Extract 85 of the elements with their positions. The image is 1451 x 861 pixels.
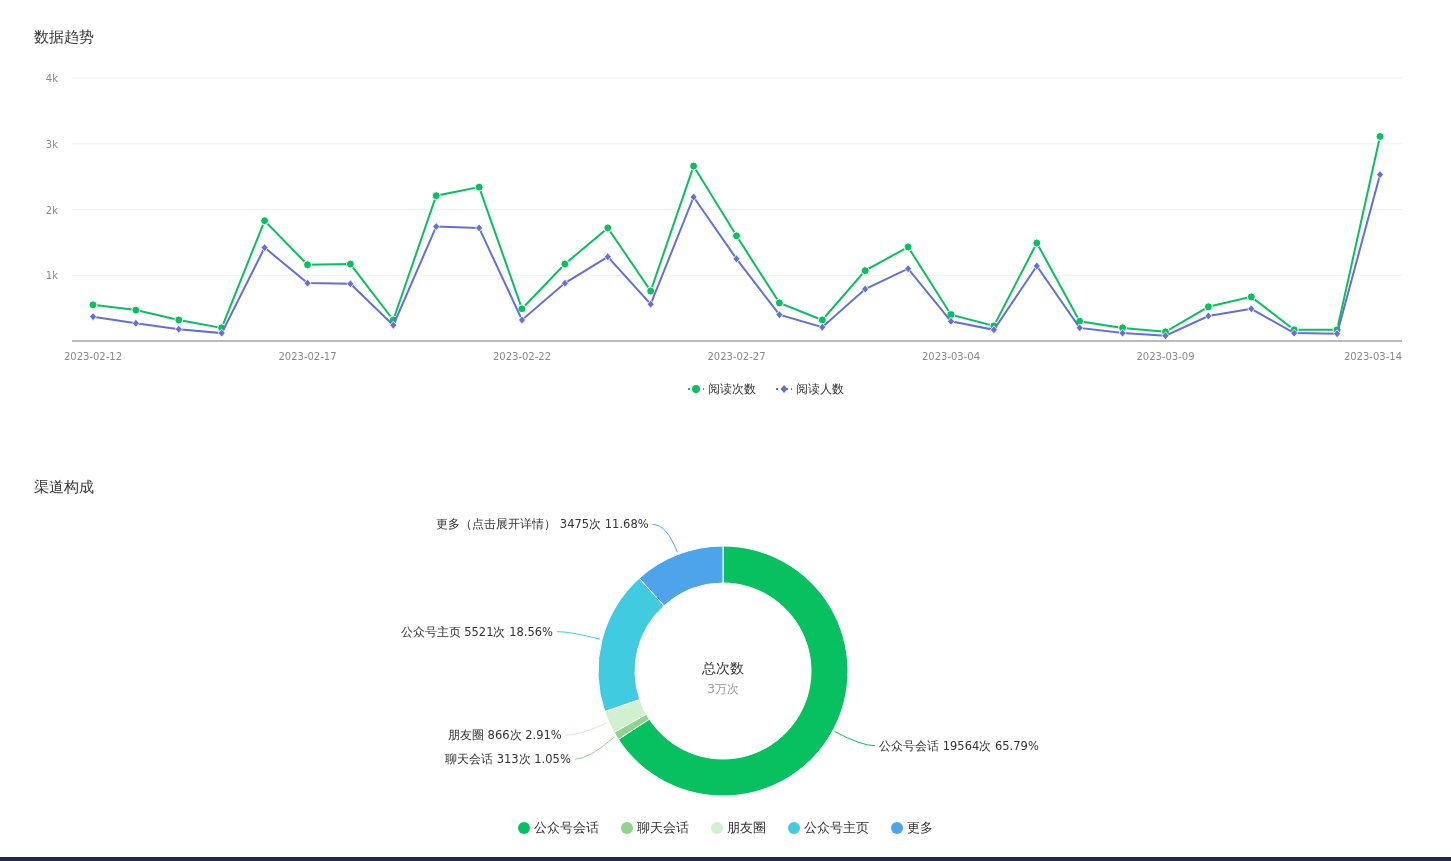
legend-label[interactable]: 朋友圈 [727,819,766,837]
legend-label[interactable]: 阅读次数 [707,380,756,398]
data-point [260,243,269,253]
diamond-marker-icon [775,384,792,394]
legend-label[interactable]: 公众号主页 [804,819,869,837]
donut-slice[interactable] [617,545,849,797]
data-point [1161,331,1170,341]
data-point [1032,238,1042,248]
section-title: 数据趋势 [34,27,94,48]
data-point [646,299,655,309]
data-point [174,315,184,325]
data-point [217,328,226,338]
data-point [1075,323,1084,333]
slice-label: 朋友圈 866次 2.91% [447,728,562,743]
donut-slice[interactable] [597,577,665,712]
data-point [346,279,355,289]
data-point [1204,311,1213,321]
data-point [689,192,698,202]
data-point [88,300,98,310]
data-point [260,216,270,226]
data-point [303,260,312,270]
data-point [1032,261,1041,271]
leader-line [652,523,678,553]
data-point [1247,304,1256,314]
data-point [1375,132,1385,141]
data-point [646,286,656,296]
axis-label: 2023-03-04 [921,351,981,362]
axis-label: 2k [45,204,58,216]
data-point [431,191,441,201]
center-title: 总次数 [702,660,744,676]
legend-label[interactable]: 更多 [907,819,933,837]
data-point [904,264,912,274]
legend-label[interactable]: 公众号会话 [534,819,599,837]
axis-label: 2023-02-22 [492,351,552,362]
data-point [861,284,870,294]
section-title: 渠道构成 [34,477,94,498]
data-point [732,254,741,264]
data-point [517,304,527,314]
data-point [1376,170,1384,180]
data-point [817,315,827,325]
data-point [1203,302,1213,312]
data-point [603,223,613,233]
axis-label: 2023-02-17 [278,351,337,362]
data-point [732,231,741,241]
data-point [946,310,956,320]
circle-marker-icon [687,384,704,394]
axis-label: 2023-03-09 [1136,351,1195,362]
data-point [775,310,784,320]
data-point [818,322,827,332]
legend-label[interactable]: 聊天会话 [637,819,689,837]
axis-label: 4k [45,73,58,84]
data-point [89,312,97,322]
data-point [860,266,870,276]
data-point [345,259,355,269]
legend-label[interactable]: 阅读人数 [795,380,844,398]
data-point [1118,328,1127,338]
data-point [1246,292,1256,302]
donut-slice[interactable] [638,545,724,607]
data-point [475,223,483,233]
slice-label: 公众号主页 5521次 18.56% [400,624,553,639]
axis-label: 3k [45,138,58,150]
donut-slice[interactable] [604,699,647,733]
data-point [689,161,699,171]
data-point [474,182,484,192]
slice-label: 聊天会话 313次 1.05% [445,752,571,767]
data-point [389,320,398,330]
data-point [603,252,612,262]
data-point [131,305,141,315]
axis-label: 1k [45,270,58,282]
slice-label: 公众号会话 19564次 65.79% [879,738,1039,753]
center-value: 3万次 [707,682,739,696]
data-point [303,278,312,288]
data-point [132,318,140,328]
data-point [903,242,913,252]
slice-label: 更多（点击展开详情） 3475次 11.68% [436,517,649,532]
data-point [174,324,183,334]
data-point [774,298,784,308]
data-point [560,259,570,269]
leader-line [556,631,601,640]
axis-label: 2023-02-12 [63,351,123,362]
data-point [432,222,441,231]
leader-line [834,730,876,747]
data-point [561,278,569,288]
axis-label: 2023-02-27 [707,351,766,362]
axis-label: 2023-03-14 [1343,351,1402,362]
